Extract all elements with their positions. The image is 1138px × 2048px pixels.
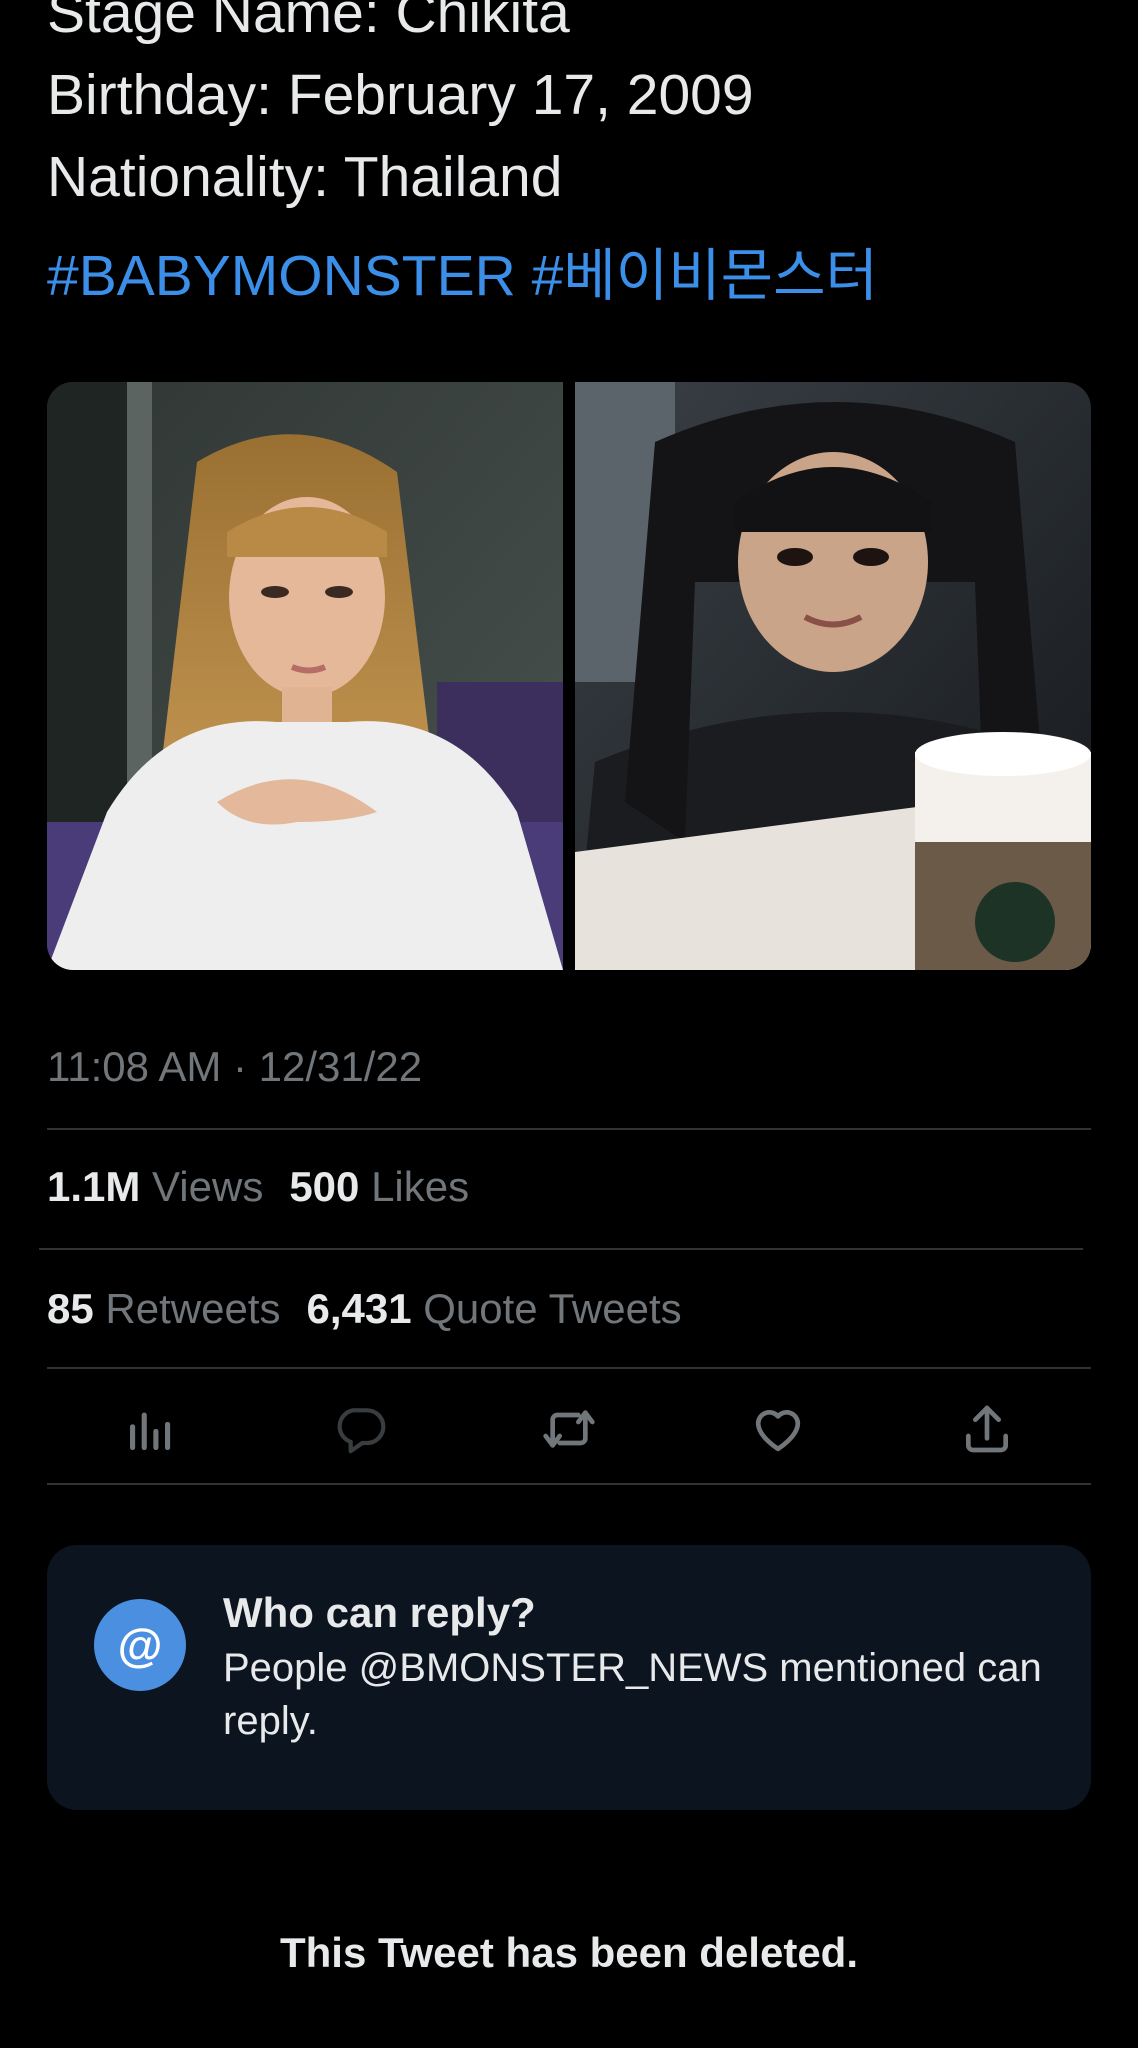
retweet-button[interactable] (524, 1384, 614, 1474)
divider (39, 1248, 1083, 1250)
tweet-line-stage-name: Stage Name: Chikita (47, 0, 570, 45)
views-stat[interactable]: 1.1M Views (47, 1160, 263, 1214)
share-button[interactable] (942, 1384, 1032, 1474)
reply-icon (337, 1408, 386, 1454)
hashtag-link-korean[interactable]: #베이비몬스터 (532, 244, 878, 308)
analytics-icon (130, 1412, 171, 1450)
deleted-tweet-notice: This Tweet has been deleted. (279, 1929, 859, 1976)
quote-tweets-count: 6,431 (306, 1285, 412, 1332)
divider (47, 1367, 1091, 1369)
stats-row-retweets-quotes: 85 Retweets 6,431 Quote Tweets (47, 1282, 682, 1336)
likes-stat[interactable]: 500 Likes (289, 1160, 469, 1214)
heart-icon (755, 1410, 800, 1452)
tweet-text: Stage Name: Chikita Birthday: February 1… (47, 0, 1097, 218)
share-icon (965, 1405, 1008, 1453)
who-can-reply-description: People @BMONSTER_NEWS mentioned can repl… (223, 1646, 1042, 1743)
quote-tweets-stat[interactable]: 6,431 Quote Tweets (306, 1282, 681, 1336)
analytics-button[interactable] (106, 1384, 196, 1474)
hashtag-link-babymonster[interactable]: #BABYMONSTER (47, 244, 516, 308)
divider (47, 1483, 1091, 1485)
retweets-count: 85 (47, 1285, 94, 1332)
tweet-line-birthday: Birthday: February 17, 2009 (47, 63, 754, 127)
retweets-stat[interactable]: 85 Retweets (47, 1282, 280, 1336)
views-count: 1.1M (47, 1163, 141, 1210)
hashtags: #BABYMONSTER #베이비몬스터 (47, 235, 878, 317)
divider (47, 1128, 1091, 1130)
stats-row-views-likes: 1.1M Views 500 Likes (47, 1160, 469, 1214)
like-button[interactable] (733, 1384, 823, 1474)
photo-blonde-girl-white-tshirt[interactable] (47, 382, 563, 970)
tweet-action-bar (47, 1372, 1091, 1486)
retweets-label: Retweets (105, 1285, 281, 1332)
tweet-timestamp[interactable]: 11:08 AM · 12/31/22 (47, 1040, 422, 1094)
who-can-reply-card: @ Who can reply? People @BMONSTER_NEWS m… (47, 1545, 1091, 1810)
tweet-line-nationality: Nationality: Thailand (47, 145, 563, 209)
photo-girl-braids-coffee-cup[interactable] (575, 382, 1091, 970)
reply-button[interactable] (315, 1384, 405, 1474)
likes-count: 500 (289, 1163, 360, 1210)
retweet-icon (543, 1410, 595, 1448)
mention-icon: @ (94, 1599, 186, 1691)
views-label: Views (152, 1163, 264, 1210)
who-can-reply-title: Who can reply? (223, 1589, 536, 1636)
media-grid (47, 382, 1091, 970)
likes-label: Likes (371, 1163, 470, 1210)
quote-tweets-label: Quote Tweets (423, 1285, 682, 1332)
